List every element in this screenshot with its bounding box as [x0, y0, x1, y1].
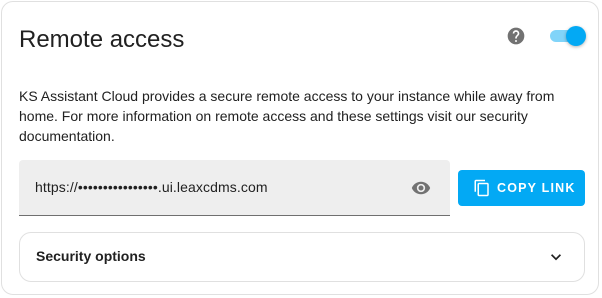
chevron-down-icon[interactable]: [546, 247, 566, 267]
description-text: KS Assistant Cloud provides a secure rem…: [19, 88, 555, 144]
copy-link-button[interactable]: COPY LINK: [458, 170, 585, 206]
remote-access-card: Remote access KS Assistant Cloud provide…: [1, 1, 599, 295]
remote-url-field[interactable]: https://••••••••••••••••.ui.leaxcdms.com: [19, 160, 450, 216]
copy-link-label: COPY LINK: [497, 181, 576, 195]
help-circle-icon[interactable]: [506, 26, 526, 46]
remote-url-value[interactable]: https://••••••••••••••••.ui.leaxcdms.com: [35, 179, 268, 195]
copy-icon: [473, 179, 491, 197]
security-options-expander[interactable]: Security options: [19, 232, 585, 282]
card-title: Remote access: [19, 26, 185, 53]
remote-access-toggle[interactable]: [548, 26, 586, 46]
eye-icon[interactable]: [411, 178, 431, 198]
toggle-thumb[interactable]: [566, 26, 586, 46]
security-options-label: Security options: [36, 248, 146, 264]
